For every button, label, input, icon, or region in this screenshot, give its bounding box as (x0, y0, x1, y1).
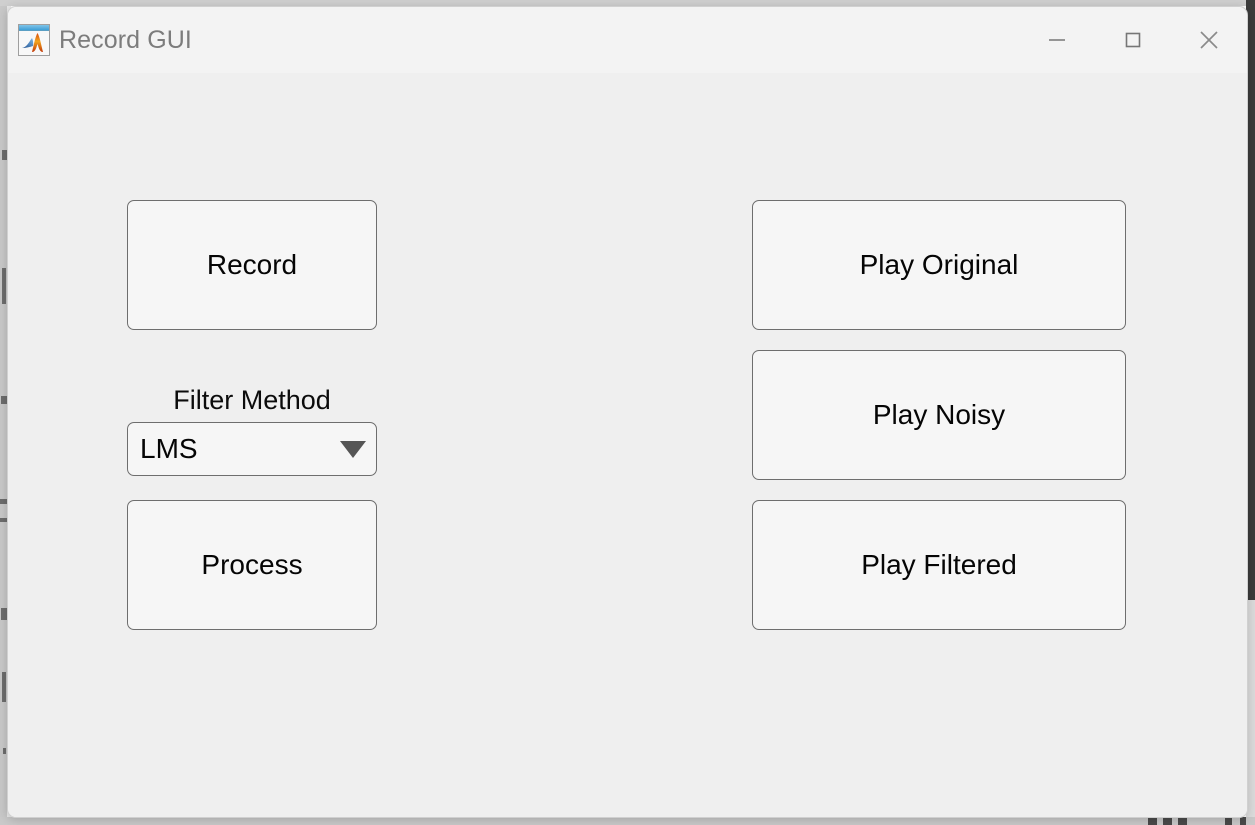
background-artifact (1225, 817, 1232, 825)
record-gui-window: Record GUI Record Filter Method LMS Proc… (7, 6, 1248, 818)
minimize-icon (1049, 39, 1065, 41)
title-bar[interactable]: Record GUI (8, 7, 1247, 73)
window-controls (1019, 7, 1247, 73)
background-artifact (1178, 817, 1187, 825)
background-artifact (0, 499, 7, 504)
filter-method-label: Filter Method (173, 385, 331, 415)
background-artifact (1148, 817, 1157, 825)
window-title: Record GUI (59, 25, 192, 54)
chevron-down-icon[interactable] (330, 440, 376, 458)
filter-method-selected-value: LMS (140, 435, 198, 463)
record-button[interactable]: Record (127, 200, 377, 330)
play-noisy-button[interactable]: Play Noisy (752, 350, 1126, 480)
play-original-button[interactable]: Play Original (752, 200, 1126, 330)
process-button[interactable]: Process (127, 500, 377, 630)
filter-method-dropdown[interactable]: LMS (127, 422, 377, 476)
maximize-button[interactable] (1095, 7, 1171, 73)
background-artifact (2, 268, 6, 304)
background-artifact (2, 672, 6, 702)
play-filtered-button[interactable]: Play Filtered (752, 500, 1126, 630)
client-area: Record Filter Method LMS Process Play Or… (8, 73, 1247, 817)
background-artifact (3, 748, 6, 754)
background-artifact (1240, 817, 1246, 825)
maximize-icon (1125, 32, 1141, 48)
background-artifact (0, 518, 7, 522)
close-icon (1200, 31, 1218, 49)
matlab-membrane-icon (18, 24, 50, 56)
background-artifact (1163, 817, 1172, 825)
close-button[interactable] (1171, 7, 1247, 73)
minimize-button[interactable] (1019, 7, 1095, 73)
background-window-bottom-edge (0, 817, 1255, 825)
icon-titlebar-strip (19, 25, 49, 31)
